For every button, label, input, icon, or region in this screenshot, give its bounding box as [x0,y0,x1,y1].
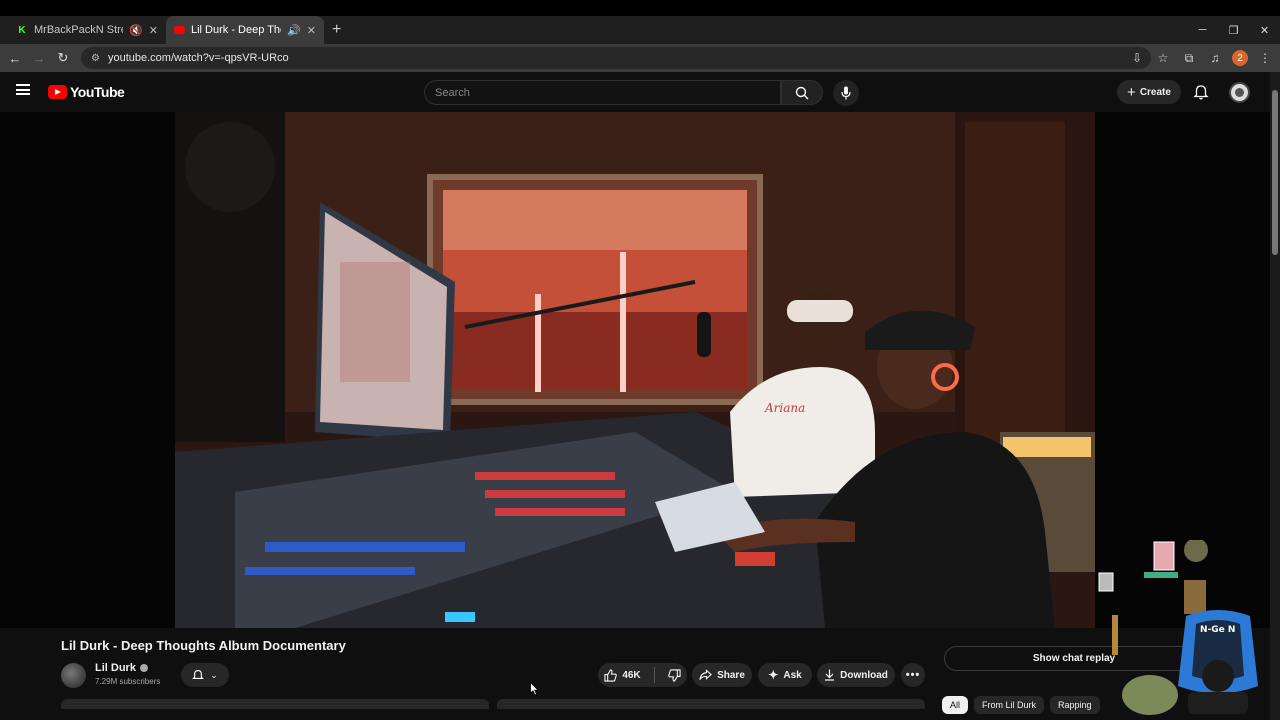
tab-title: MrBackPackN Stream - Wat [34,24,123,36]
close-window-icon[interactable]: ✕ [1249,16,1280,44]
kick-favicon-icon: K [18,24,26,36]
hamburger-menu-icon[interactable] [16,84,30,95]
plus-icon: + [1127,83,1136,101]
channel-name[interactable]: Lil Durk [95,662,148,674]
thumbs-down-icon[interactable] [667,668,681,682]
address-bar[interactable]: ⚙ youtube.com/watch?v=-qpsVR-URco [81,47,1151,69]
search-input[interactable]: Search [424,80,781,105]
reload-icon[interactable]: ↻ [51,50,75,66]
speaker-icon[interactable]: 🔊 [287,24,301,37]
notification-settings-button[interactable]: ⌄ [181,663,229,687]
tab-stream[interactable]: K MrBackPackN Stream - Wat 🔇 ✕ [8,16,166,44]
video-player[interactable]: Ariana [0,112,1270,628]
back-icon[interactable]: ← [3,51,27,66]
share-button[interactable]: Share [692,663,752,687]
related-chips: All From Lil Durk Rapping [942,696,1100,720]
download-button[interactable]: Download [817,663,895,687]
youtube-wordmark: YouTube [70,84,125,100]
video-frame[interactable]: Ariana [175,112,1095,628]
download-icon [825,669,835,681]
like-button[interactable]: 46K [604,668,641,682]
search-placeholder: Search [435,86,470,99]
media-controls-icon[interactable]: ♫ [1206,51,1224,65]
microphone-icon [841,86,851,100]
browser-toolbar: ← → ↻ ⚙ youtube.com/watch?v=-qpsVR-URco … [0,44,1280,72]
create-button[interactable]: + Create [1117,80,1181,104]
chip-all[interactable]: All [942,696,969,714]
comments-box[interactable] [497,699,925,709]
chevron-down-icon: ⌄ [210,669,218,680]
install-app-icon[interactable]: ⇩ [1128,51,1146,65]
account-avatar[interactable] [1229,82,1250,103]
muted-speaker-icon[interactable]: 🔇 [129,24,143,37]
minimize-icon[interactable]: ─ [1187,16,1218,44]
top-letterbox [0,0,1280,16]
close-tab-icon[interactable]: ✕ [149,24,158,37]
voice-search-button[interactable] [833,80,859,106]
svg-text:Ariana: Ariana [764,401,805,415]
close-tab-icon[interactable]: ✕ [307,24,316,37]
more-horizontal-icon: ••• [905,669,921,681]
share-label: Share [717,669,745,681]
restore-icon[interactable]: ❐ [1218,16,1249,44]
tab-title: Lil Durk - Deep Thoughts Al [191,24,281,36]
subscriber-count: 7.29M subscribers [95,677,161,686]
create-label: Create [1139,86,1171,98]
browser-tab-bar: K MrBackPackN Stream - Wat 🔇 ✕ Lil Durk … [0,16,1280,44]
video-still-image: Ariana [175,112,1095,628]
verified-badge-icon [139,664,148,672]
window-controls: ─ ❐ ✕ [1187,16,1280,44]
share-arrow-icon [699,669,712,680]
channel-name-text: Lil Durk [95,662,136,674]
download-label: Download [840,669,888,681]
chip-rapping[interactable]: Rapping [1050,696,1100,714]
menu-kebab-icon[interactable]: ⋮ [1256,51,1274,65]
more-actions-button[interactable]: ••• [901,663,925,687]
bell-icon [192,669,205,679]
youtube-header: YouTube Search + Create [0,72,1280,112]
streamer-chair-overlay: N-Ge N [1178,610,1258,714]
search-button[interactable] [781,80,823,105]
ask-label: Ask [783,669,802,681]
site-info-icon[interactable]: ⚙ [91,53,100,64]
like-dislike-group: 46K [598,663,687,687]
youtube-logo[interactable]: YouTube [48,84,125,100]
toolbar-icons: ⇩ ☆ ⧉ ♫ 2 ⋮ [1128,44,1274,72]
forward-icon[interactable]: → [27,51,51,66]
video-title: Lil Durk - Deep Thoughts Album Documenta… [61,638,346,653]
sparkle-icon: ✦ [768,668,779,682]
extensions-icon[interactable]: ⧉ [1180,51,1198,66]
new-tab-icon[interactable]: + [332,21,341,39]
description-box[interactable] [61,699,489,709]
thumbs-up-icon [604,668,618,682]
like-divider [653,667,655,683]
chat-replay-label: Show chat replay [1032,653,1116,664]
channel-avatar[interactable] [61,663,86,688]
scrollbar-thumb[interactable] [1272,90,1278,255]
mouse-cursor-icon [530,682,540,696]
youtube-play-icon [48,85,67,99]
chair-brand-text: N-Ge N [1200,625,1235,635]
chip-from-channel[interactable]: From Lil Durk [974,696,1045,714]
url-text: youtube.com/watch?v=-qpsVR-URco [107,52,289,64]
youtube-favicon-icon [174,26,185,34]
search-icon [795,86,809,99]
profile-avatar-icon[interactable]: 2 [1232,50,1248,66]
notifications-bell-icon[interactable] [1193,84,1209,100]
tab-youtube[interactable]: Lil Durk - Deep Thoughts Al 🔊 ✕ [166,16,324,44]
like-count: 46K [622,669,641,681]
page-scrollbar[interactable] [1270,72,1280,720]
plant-overlay [1112,615,1178,715]
bookmark-star-icon[interactable]: ☆ [1154,51,1172,65]
ask-button[interactable]: ✦ Ask [758,663,812,687]
